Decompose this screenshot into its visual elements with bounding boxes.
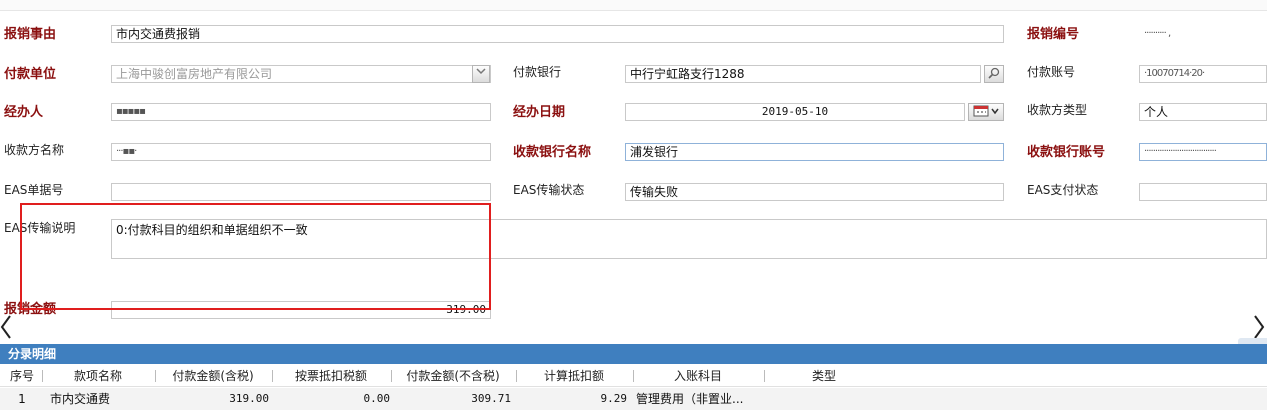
col-separator <box>764 370 765 382</box>
col-item[interactable]: 款项名称 <box>44 366 152 386</box>
prev-arrow-icon[interactable] <box>0 313 12 347</box>
payer-unit-select[interactable]: 上海中骏创富房地产有限公司 <box>111 65 491 83</box>
payee-name-field: ···▪▪· <box>111 143 491 161</box>
payee-bank-input[interactable]: 浦发银行 <box>625 143 1004 161</box>
payee-account-label: 收款银行账号 <box>1027 145 1106 160</box>
calendar-icon[interactable] <box>968 103 1004 121</box>
col-amount-notax[interactable]: 付款金额(不含税) <box>393 366 513 386</box>
cell-account: 管理费用（非置业... <box>636 392 744 406</box>
payee-bank-label: 收款银行名称 <box>513 145 592 160</box>
col-separator <box>633 370 634 382</box>
handle-date-label: 经办日期 <box>513 105 566 120</box>
pay-account-field: ·10070714·20· <box>1139 65 1267 83</box>
payee-type-label: 收款方类型 <box>1027 103 1088 117</box>
handler-label: 经办人 <box>4 105 44 120</box>
grid-header: 序号 款项名称 付款金额(含税) 按票抵扣税额 付款金额(不含税) 计算抵扣额 … <box>0 366 1267 387</box>
eas-pay-field <box>1139 183 1267 201</box>
reason-input[interactable]: 市内交通费报销 <box>111 25 1004 43</box>
col-separator <box>516 370 517 382</box>
chevron-down-icon[interactable] <box>472 65 490 83</box>
col-index[interactable]: 序号 <box>4 366 40 386</box>
col-separator <box>42 370 43 382</box>
eas-status-field: 传输失败 <box>625 183 1004 201</box>
payee-account-input[interactable]: ································· <box>1139 143 1267 161</box>
cell-deduct-tax: 0.00 <box>363 392 391 405</box>
handler-field: ▪▪▪▪▪ <box>111 103 491 121</box>
pay-bank-input[interactable]: 中行宁虹路支行1288 <box>625 65 981 83</box>
col-amount-tax[interactable]: 付款金额(含税) <box>157 366 269 386</box>
cell-amount-notax: 309.71 <box>471 392 511 405</box>
col-separator <box>155 370 156 382</box>
eas-pay-label: EAS支付状态 <box>1027 183 1099 197</box>
pay-account-label: 付款账号 <box>1027 65 1076 79</box>
eas-status-label: EAS传输状态 <box>513 183 585 197</box>
eas-no-field <box>111 183 491 201</box>
payee-name-label: 收款方名称 <box>4 143 65 157</box>
number-label: 报销编号 <box>1027 27 1080 42</box>
col-type[interactable]: 类型 <box>766 366 882 386</box>
magnifier-icon[interactable] <box>984 65 1004 83</box>
eas-no-label: EAS单据号 <box>4 183 64 197</box>
cell-item: 市内交通费 <box>50 392 111 406</box>
col-deduct-tax[interactable]: 按票抵扣税额 <box>274 366 388 386</box>
col-account[interactable]: 入账科目 <box>635 366 761 386</box>
highlight-box <box>20 203 491 310</box>
payer-unit-label: 付款单位 <box>4 67 57 82</box>
number-field: ·········· , <box>1139 25 1267 43</box>
cell-type <box>766 388 882 410</box>
pay-bank-label: 付款银行 <box>513 65 562 79</box>
table-row[interactable]: 1 市内交通费 319.00 0.00 309.71 9.29 管理费用（非置业… <box>0 388 1267 410</box>
payee-type-select[interactable]: 个人 <box>1139 103 1267 121</box>
section-title: 分录明细 <box>0 344 1267 364</box>
col-separator <box>272 370 273 382</box>
col-separator <box>391 370 392 382</box>
col-calc-deduct[interactable]: 计算抵扣额 <box>518 366 630 386</box>
cell-calc-deduct: 9.29 <box>600 392 628 405</box>
top-border <box>0 0 1267 11</box>
reason-label: 报销事由 <box>4 27 57 42</box>
handle-date-input[interactable]: 2019-05-10 <box>625 103 965 121</box>
cell-index: 1 <box>18 392 26 406</box>
cell-amount-tax: 319.00 <box>229 392 269 405</box>
